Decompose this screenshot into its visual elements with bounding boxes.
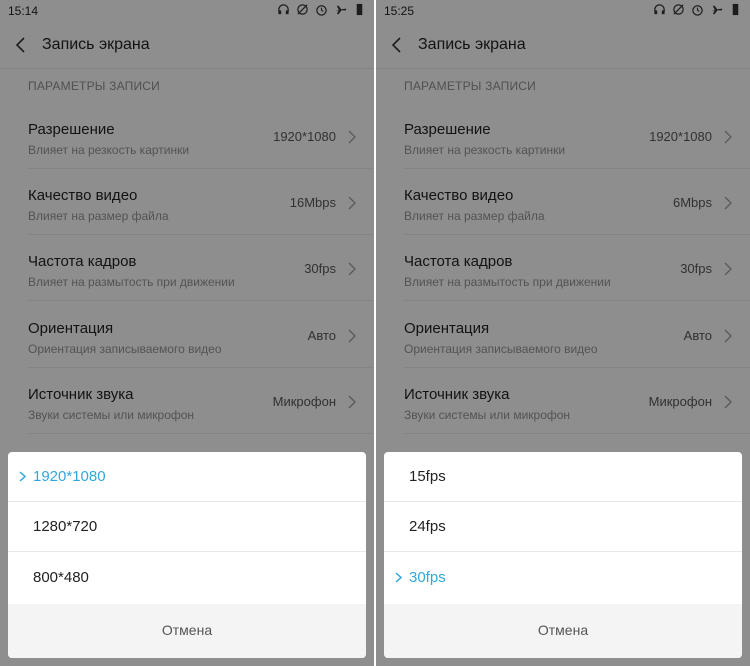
option-15fps[interactable]: 15fps (384, 452, 742, 502)
option-label: 30fps (409, 569, 446, 586)
option-label: 24fps (409, 518, 446, 535)
option-1920x1080[interactable]: 1920*1080 (8, 452, 366, 502)
divider (384, 551, 742, 552)
frame-rate-picker-sheet: 15fps 24fps 30fps Отмена (384, 452, 742, 658)
cancel-button[interactable]: Отмена (384, 604, 742, 658)
cancel-label: Отмена (161, 622, 213, 638)
selected-chevron-icon (19, 471, 26, 482)
selected-chevron-icon (395, 572, 402, 583)
option-24fps[interactable]: 24fps (384, 502, 742, 552)
option-1280x720[interactable]: 1280*720 (8, 502, 366, 552)
option-30fps[interactable]: 30fps (384, 553, 742, 603)
option-label: 800*480 (33, 569, 89, 586)
cancel-label: Отмена (537, 622, 589, 638)
option-label: 1280*720 (33, 518, 98, 535)
cancel-button[interactable]: Отмена (8, 604, 366, 658)
option-label: 15fps (409, 468, 446, 485)
resolution-picker-sheet: 1920*1080 1280*720 800*480 Отмена (8, 452, 366, 658)
phone-screen-resolution: 15:14 Запись экрана ПАРАМЕТРЫ ЗАПИСИ Раз… (0, 0, 374, 666)
option-label: 1920*1080 (33, 468, 106, 485)
option-800x480[interactable]: 800*480 (8, 553, 366, 603)
phone-screen-frame-rate: 15:25 Запись экрана ПАРАМЕТРЫ ЗАПИСИ Раз… (376, 0, 750, 666)
divider (8, 551, 366, 552)
